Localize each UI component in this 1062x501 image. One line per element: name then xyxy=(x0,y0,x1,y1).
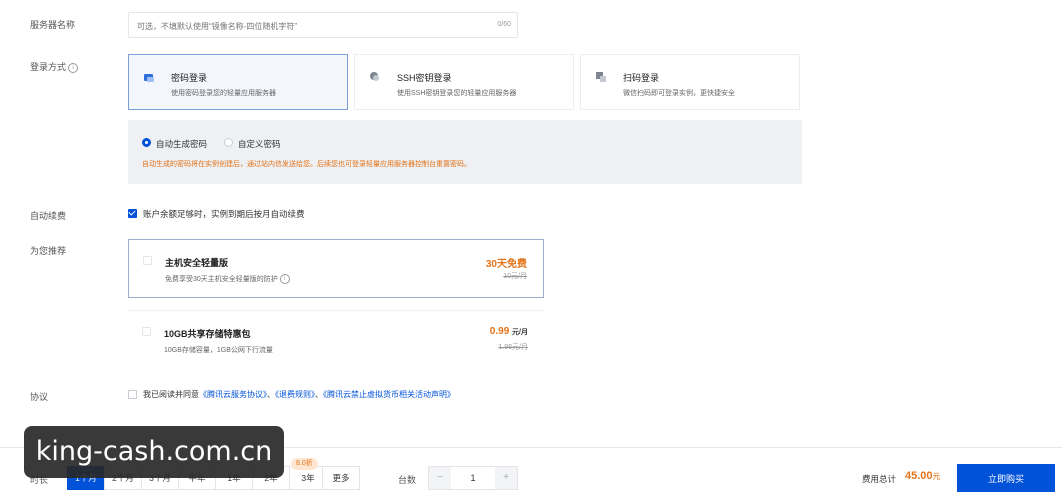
watermark: king-cash.com.cn xyxy=(24,426,284,478)
quantity-increase-button[interactable]: + xyxy=(495,467,517,489)
auto-renew-checkbox[interactable] xyxy=(128,209,137,218)
agreement-separator: 、 xyxy=(315,390,323,399)
server-name-counter: 0/60 xyxy=(497,21,511,28)
login-option-password[interactable]: 密码登录 使用密码登录您的轻量应用服务器 xyxy=(128,54,348,110)
crypto-ban-statement-link[interactable]: 《腾讯云禁止虚拟货币相关活动声明》 xyxy=(323,390,455,399)
qrcode-icon xyxy=(596,72,606,82)
login-option-title: SSH密钥登录 xyxy=(397,73,452,83)
total-cost-label: 费用总计 xyxy=(862,474,897,484)
login-option-title: 扫码登录 xyxy=(623,73,660,83)
password-tip: 自动生成的密码将在实例创建后，通过站内信发送给您。后续您也可登录轻量应用服务器控… xyxy=(142,161,471,168)
duration-option-more[interactable]: 更多 xyxy=(322,466,360,490)
recommend-desc-text: 免费享受30天主机安全轻量版的防护 xyxy=(165,276,278,283)
quantity-stepper: − 1 + xyxy=(428,466,518,490)
recommend-checkbox[interactable] xyxy=(143,256,152,265)
recommend-desc: 免费享受30天主机安全轻量版的防护 i xyxy=(165,274,290,285)
login-option-desc: 微信扫码即可登录实例，更快捷安全 xyxy=(623,90,735,97)
quantity-value[interactable]: 1 xyxy=(451,467,495,489)
total-cost-amount: 45.00 xyxy=(905,470,933,482)
auto-renew-label: 自动续费 xyxy=(30,211,67,221)
server-name-label: 服务器名称 xyxy=(30,20,76,30)
login-method-label-text: 登录方式 xyxy=(30,62,67,72)
buy-now-button[interactable]: 立即购买 xyxy=(957,464,1055,492)
agreement-checkbox[interactable] xyxy=(128,390,137,399)
service-agreement-link[interactable]: 《腾讯云服务协议》 xyxy=(199,390,267,399)
quantity-label: 台数 xyxy=(398,475,417,485)
auto-renew-text: 账户余额足够时，实例到期后按月自动续费 xyxy=(143,209,305,219)
recommend-original-price: 1.98元/月 xyxy=(498,344,528,351)
recommend-price-value: 0.99 xyxy=(489,326,510,337)
password-mode-panel: 自动生成密码 自定义密码 自动生成的密码将在实例创建后，通过站内信发送给您。后续… xyxy=(128,120,802,184)
info-circle-icon[interactable]: i xyxy=(279,274,290,285)
radio-custom-password-label[interactable]: 自定义密码 xyxy=(238,138,281,150)
server-name-input[interactable] xyxy=(135,14,469,38)
agreement-label: 协议 xyxy=(30,392,49,402)
recommend-desc: 10GB存储容量，1GB公网下行流量 xyxy=(164,347,273,354)
recommend-checkbox[interactable] xyxy=(142,327,151,336)
radio-auto-password-label[interactable]: 自动生成密码 xyxy=(156,138,207,150)
agreement-text: 我已阅读并同意《腾讯云服务协议》、《退费规则》、《腾讯云禁止虚拟货币相关活动声明… xyxy=(143,389,455,400)
login-option-title: 密码登录 xyxy=(171,73,208,83)
login-option-desc: 使用密码登录您的轻量应用服务器 xyxy=(171,90,276,97)
info-circle-icon[interactable]: i xyxy=(68,62,79,73)
login-option-qrcode[interactable]: 扫码登录 微信扫码即可登录实例，更快捷安全 xyxy=(580,54,800,110)
purchase-form: 服务器名称 0/60 登录方式i 密码登录 使用密码登录您的轻量应用服务器 SS… xyxy=(0,0,1062,501)
recommend-title: 主机安全轻量版 xyxy=(165,258,229,268)
recommend-price-unit: 元/月 xyxy=(512,329,528,336)
agreement-prefix: 我已阅读并同意 xyxy=(143,390,199,399)
recommend-item-storage[interactable]: 10GB共享存储特惠包 10GB存储容量，1GB公网下行流量 0.99 元/月 … xyxy=(128,310,544,364)
key-icon xyxy=(370,72,379,81)
password-icon xyxy=(144,74,154,82)
quantity-decrease-button[interactable]: − xyxy=(429,467,451,489)
refund-rules-link[interactable]: 《退费规则》 xyxy=(275,390,315,399)
recommend-price: 0.99 元/月 xyxy=(490,326,528,337)
recommend-title: 10GB共享存储特惠包 xyxy=(164,329,251,339)
recommend-item-host-security[interactable]: 主机安全轻量版 免费享受30天主机安全轻量版的防护 i 30天免费 10元/月 xyxy=(128,239,544,298)
login-option-desc: 使用SSH密钥登录您的轻量应用服务器 xyxy=(397,90,517,97)
recommend-price: 30天免费 xyxy=(485,259,527,270)
login-option-ssh[interactable]: SSH密钥登录 使用SSH密钥登录您的轻量应用服务器 xyxy=(354,54,574,110)
recommend-label: 为您推荐 xyxy=(30,246,67,256)
total-cost-value: 45.00元 xyxy=(905,470,941,482)
radio-custom-password[interactable] xyxy=(224,138,233,147)
agreement-separator: 、 xyxy=(267,390,275,399)
server-name-input-wrapper: 0/60 xyxy=(128,12,518,38)
total-cost-unit: 元 xyxy=(932,472,941,481)
discount-badge: 8.0折 xyxy=(291,458,318,470)
radio-auto-password[interactable] xyxy=(142,138,151,147)
login-method-label: 登录方式 i xyxy=(30,60,79,73)
recommend-original-price: 10元/月 xyxy=(503,273,527,280)
